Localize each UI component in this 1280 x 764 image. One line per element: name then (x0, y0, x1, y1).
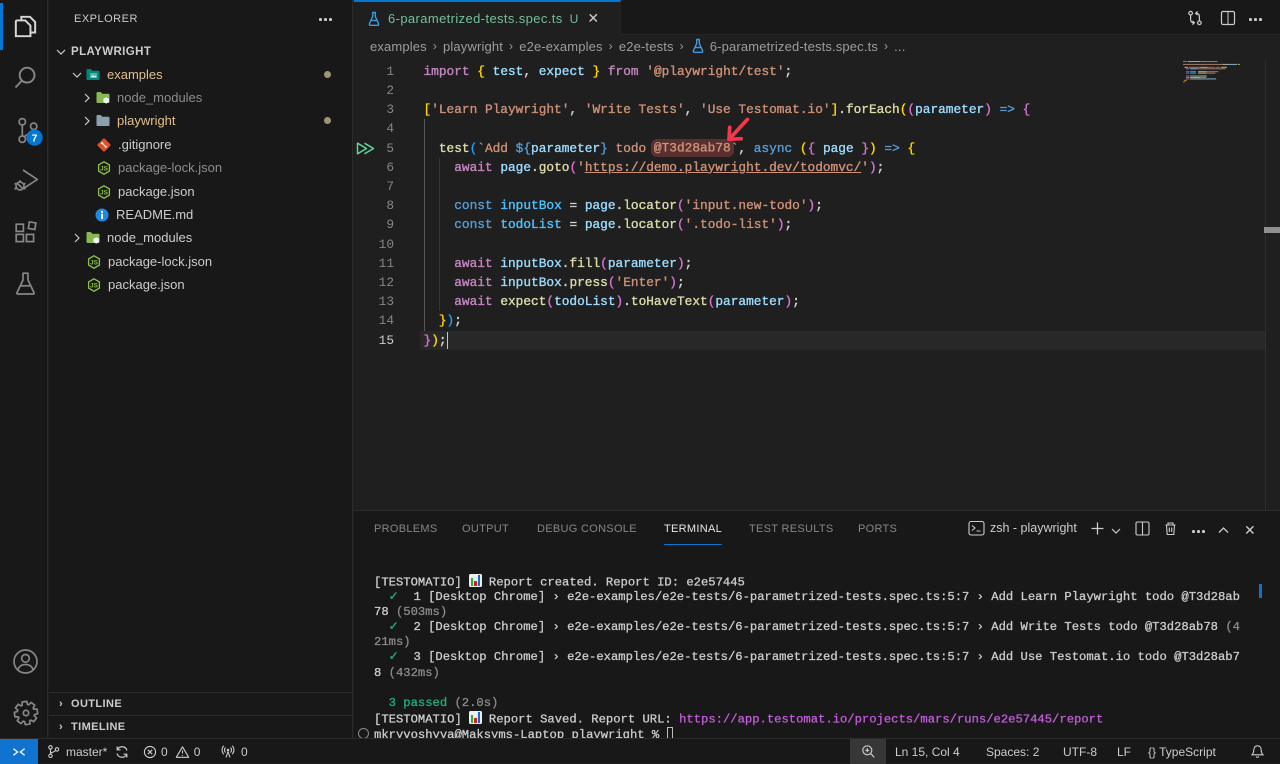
svg-text:JS: JS (100, 165, 109, 172)
svg-text:JS: JS (90, 259, 99, 266)
svg-text:JS: JS (100, 189, 109, 196)
svg-text:7: 7 (31, 134, 37, 145)
svg-text:JS: JS (90, 282, 99, 289)
